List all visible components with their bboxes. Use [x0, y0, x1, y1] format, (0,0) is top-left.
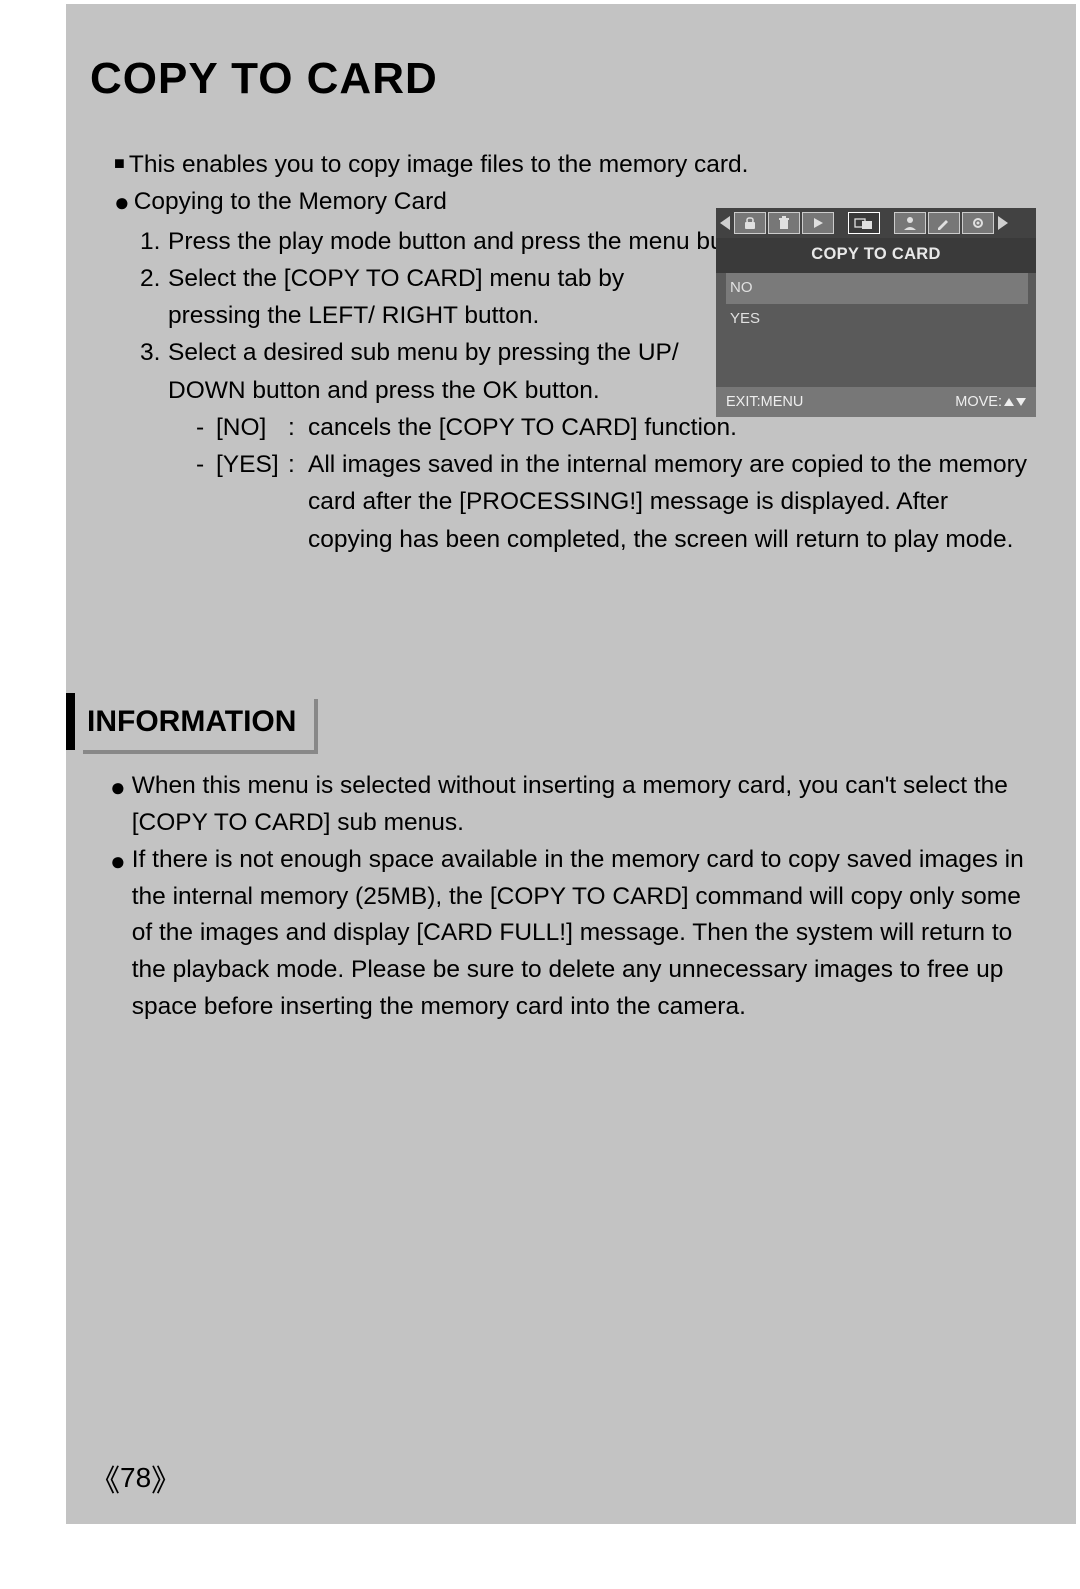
information-heading: INFORMATION — [66, 693, 314, 751]
info-item-2: ● If there is not enough space available… — [110, 842, 1036, 1026]
step-number: 3. — [140, 334, 168, 557]
tab-edit-icon — [928, 212, 960, 234]
lcd-move-label: MOVE: — [955, 391, 1026, 413]
information-panel: INFORMATION ● When this menu is selected… — [90, 693, 1036, 1026]
square-bullet-icon: ■ — [114, 146, 125, 183]
angle-right-icon: 》 — [151, 1456, 181, 1500]
lcd-options: NO YES — [716, 273, 1036, 335]
arrow-up-icon — [1004, 398, 1014, 406]
lcd-option-no: NO — [726, 273, 1028, 304]
step-text: Select the [COPY TO CARD] menu tab by pr… — [168, 260, 698, 334]
arrow-down-icon — [1016, 398, 1026, 406]
step-text: Press the play mode button and press the… — [168, 223, 771, 260]
tab-lock-icon — [734, 212, 766, 234]
content-block: ■ This enables you to copy image files t… — [90, 146, 1036, 1026]
step-text: Select a desired sub menu by pressing th… — [168, 334, 728, 408]
arrow-left-icon — [718, 212, 732, 234]
info-text: When this menu is selected without inser… — [132, 768, 1036, 842]
information-body: ● When this menu is selected without ins… — [110, 768, 1036, 1025]
tab-trash-icon — [768, 212, 800, 234]
manual-page: COPY TO CARD ■ This enables you to copy … — [66, 4, 1076, 1524]
tab-person-icon — [894, 212, 926, 234]
lcd-title: COPY TO CARD — [716, 238, 1036, 273]
colon: : — [288, 409, 308, 446]
step-number: 1. — [140, 223, 168, 260]
option-text: All images saved in the internal memory … — [308, 446, 1036, 558]
info-text: If there is not enough space available i… — [132, 842, 1036, 1026]
option-label: [NO] — [216, 409, 288, 446]
step-number: 2. — [140, 260, 168, 334]
lcd-exit-label: EXIT:MENU — [726, 391, 803, 413]
bullet-icon: ● — [110, 842, 126, 1026]
angle-left-icon: 《 — [90, 1456, 120, 1500]
intro-line: ■ This enables you to copy image files t… — [114, 146, 1036, 183]
tab-setup-icon — [962, 212, 994, 234]
bullet-icon: ● — [110, 768, 126, 842]
info-item-1: ● When this menu is selected without ins… — [110, 768, 1036, 842]
option-yes: - [YES] : All images saved in the intern… — [196, 446, 1036, 558]
tab-play-icon — [802, 212, 834, 234]
camera-lcd: COPY TO CARD NO YES EXIT:MENU MOVE: — [716, 208, 1036, 417]
page-number: 《78》 — [90, 1456, 181, 1500]
tab-copy-icon — [848, 212, 880, 234]
subheading-text: Copying to the Memory Card — [134, 183, 447, 223]
option-label: [YES] — [216, 446, 288, 558]
intro-text: This enables you to copy image files to … — [129, 146, 749, 183]
bullet-icon: ● — [114, 183, 130, 223]
dash-icon: - — [196, 446, 216, 558]
page-title: COPY TO CARD — [90, 54, 1036, 104]
option-list: - [NO] : cancels the [COPY TO CARD] func… — [196, 409, 1036, 558]
lcd-option-yes: YES — [726, 304, 1028, 335]
arrow-right-icon — [996, 212, 1010, 234]
dash-icon: - — [196, 409, 216, 446]
lcd-tab-bar — [716, 208, 1036, 238]
lcd-footer: EXIT:MENU MOVE: — [716, 387, 1036, 417]
colon: : — [288, 446, 308, 558]
